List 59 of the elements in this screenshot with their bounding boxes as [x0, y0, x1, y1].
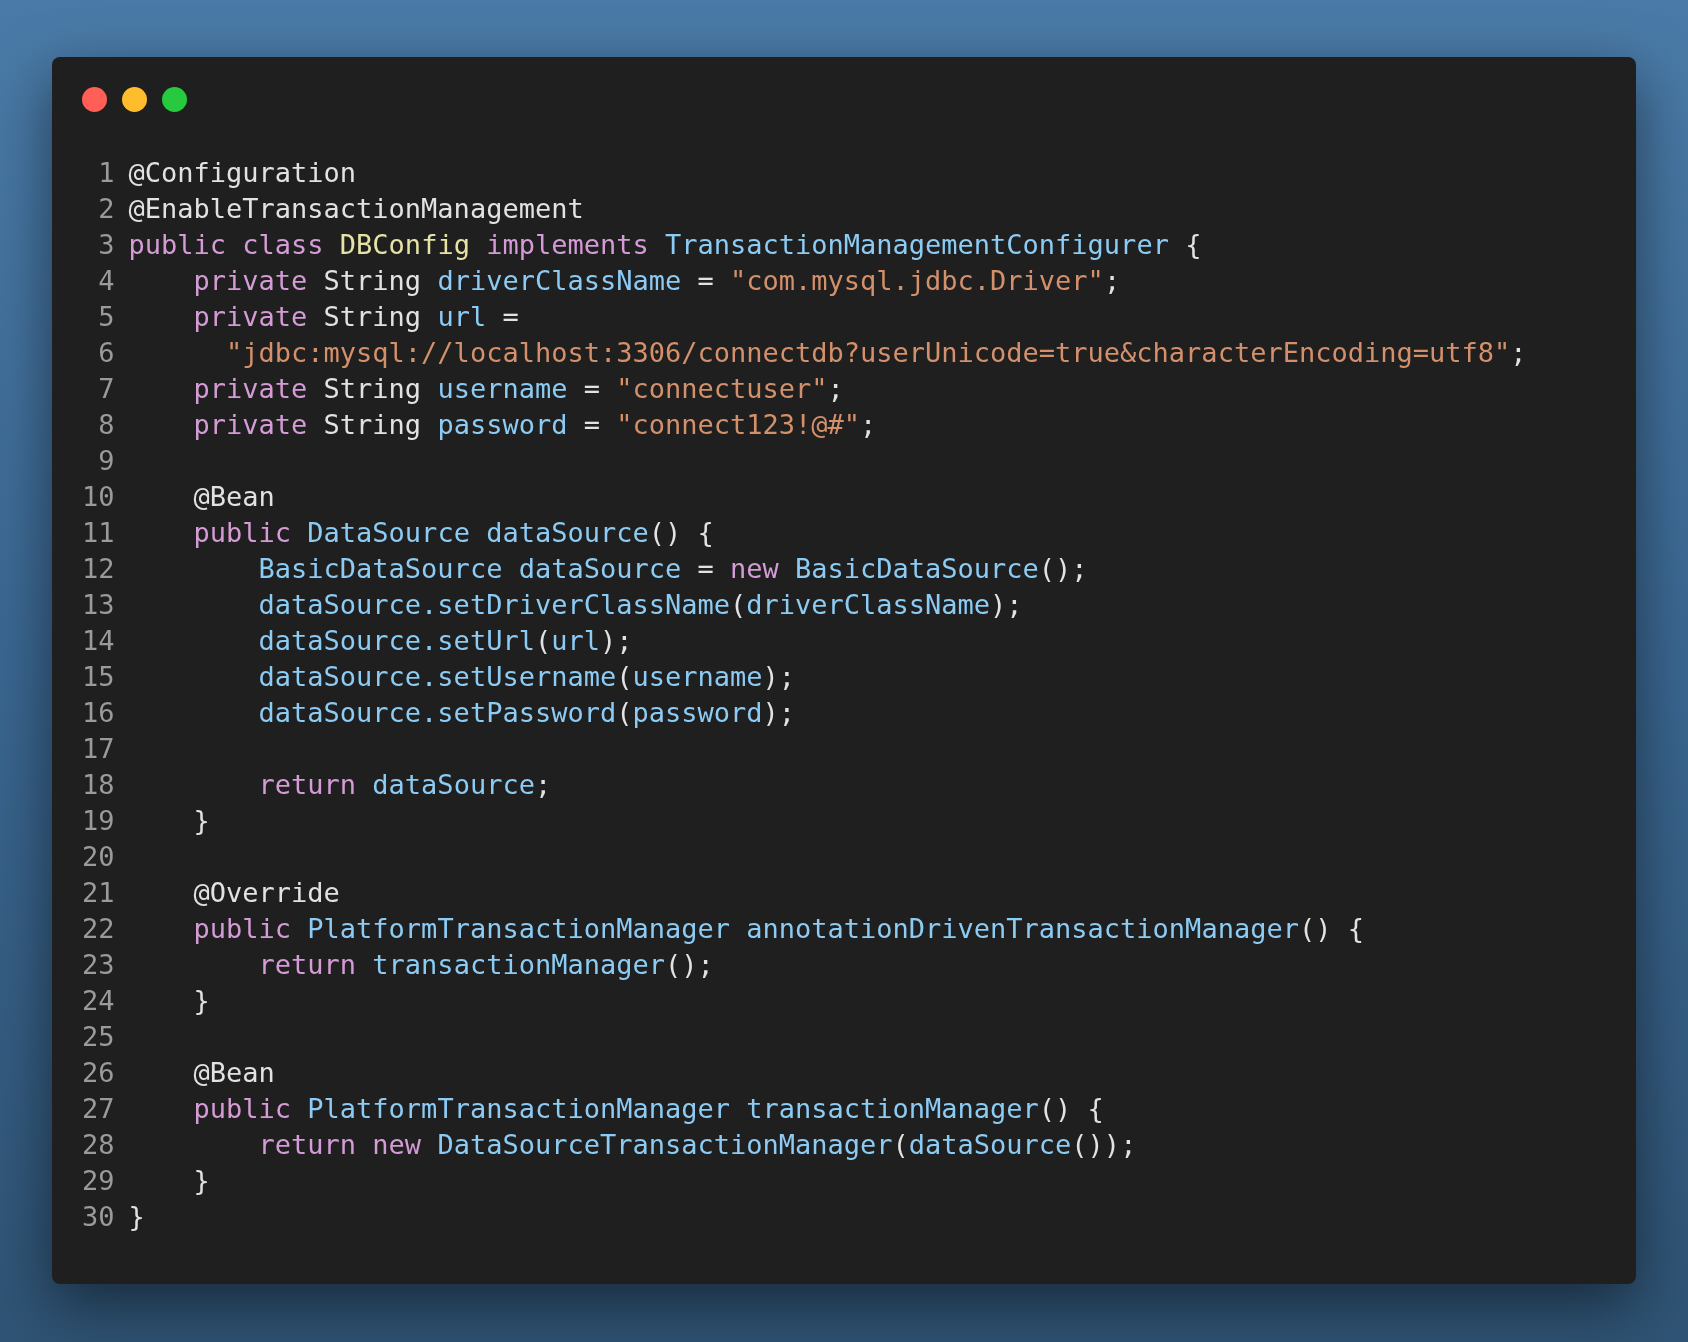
code-line: return new DataSourceTransactionManager(dataSource()); [257, 1128, 1138, 1162]
close-icon[interactable] [82, 87, 107, 112]
code-line: private String password = "connect123!@#"; [192, 408, 878, 442]
line-number: 10 [82, 480, 115, 514]
line-number: 15 [82, 660, 115, 694]
code-line: private String username = "connectuser"; [192, 372, 845, 406]
line-number: 30 [82, 1200, 115, 1234]
code-line: } [192, 1164, 211, 1198]
maximize-icon[interactable] [162, 87, 187, 112]
line-number: 17 [82, 732, 115, 766]
line-number: 21 [82, 876, 115, 910]
code-line: public PlatformTransactionManager annotationDrivenTransactionManager() { [192, 912, 1365, 946]
line-number: 12 [82, 552, 115, 586]
line-number: 24 [82, 984, 115, 1018]
code-line: private String driverClassName = "com.mysql.jdbc.Driver"; [192, 264, 1122, 298]
code-line: public class DBConfig implements TransactionManagementConfigurer { [128, 228, 1203, 262]
code-line: "jdbc:mysql://localhost:3306/connectdb?userUnicode=true&characterEncoding=utf8"; [225, 336, 1528, 370]
line-number: 18 [82, 768, 115, 802]
line-number: 6 [97, 336, 115, 370]
line-number: 9 [97, 444, 115, 478]
line-number: 16 [82, 696, 115, 730]
line-number: 7 [97, 372, 115, 406]
line-number: 2 [97, 192, 115, 226]
line-number: 5 [97, 300, 115, 334]
code-line: dataSource.setDriverClassName(driverClassName); [257, 588, 1024, 622]
minimize-icon[interactable] [122, 87, 147, 112]
line-number: 3 [97, 228, 115, 262]
code-line: @EnableTransactionManagement [128, 192, 585, 226]
code-line: public DataSource dataSource() { [192, 516, 715, 550]
line-number: 8 [97, 408, 115, 442]
code-line: @Override [192, 876, 341, 910]
code-line: return transactionManager(); [257, 948, 715, 982]
line-number: 19 [82, 804, 115, 838]
code-line: BasicDataSource dataSource = new BasicDataSource(); [257, 552, 1089, 586]
line-number: 14 [82, 624, 115, 658]
line-number: 26 [82, 1056, 115, 1090]
code-line: return dataSource; [257, 768, 553, 802]
code-line: private String url = [192, 300, 520, 334]
code-line: } [128, 1200, 146, 1234]
code-line: @Configuration [128, 156, 358, 190]
line-number: 25 [82, 1020, 115, 1054]
code-line: dataSource.setUrl(url); [257, 624, 634, 658]
code-line: @Bean [192, 1056, 276, 1090]
code-line: @Bean [192, 480, 276, 514]
code-line: dataSource.setPassword(password); [257, 696, 796, 730]
line-number: 23 [82, 948, 115, 982]
line-number: 29 [82, 1164, 115, 1198]
line-number: 22 [82, 912, 115, 946]
code-line: } [192, 984, 211, 1018]
code-line: dataSource.setUsername(username); [257, 660, 796, 694]
code-line: } [192, 804, 211, 838]
line-number: 20 [82, 840, 115, 874]
line-number: 13 [82, 588, 115, 622]
line-number: 1 [97, 156, 115, 190]
line-number: 4 [97, 264, 115, 298]
code-line: public PlatformTransactionManager transactionManager() { [192, 1092, 1105, 1126]
line-number: 27 [82, 1092, 115, 1126]
line-number: 28 [82, 1128, 115, 1162]
line-number: 11 [82, 516, 115, 550]
